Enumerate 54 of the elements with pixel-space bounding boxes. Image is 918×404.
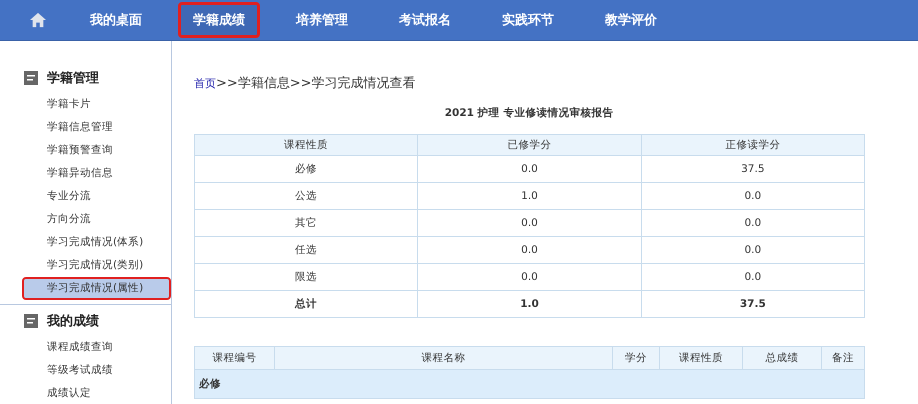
- table-cell: 任选: [194, 236, 418, 264]
- table-cell: 限选: [194, 264, 418, 290]
- column-header: 课程性质: [194, 134, 418, 156]
- column-header: 总成绩: [742, 346, 822, 370]
- table-cell: 0.0: [418, 264, 642, 290]
- home-icon[interactable]: [29, 12, 47, 28]
- sidebar-item[interactable]: 课程成绩查询: [22, 336, 171, 359]
- table-cell: 其它: [194, 210, 418, 236]
- sidebar-item[interactable]: 方向分流: [22, 208, 171, 231]
- table-cell: 0.0: [641, 264, 864, 290]
- sidebar-item[interactable]: 学习完成情况(类别): [22, 254, 171, 277]
- table-cell: 0.0: [641, 236, 864, 264]
- table-cell: 37.5: [641, 156, 864, 182]
- nav-tab[interactable]: 考试报名: [384, 2, 466, 38]
- sidebar-item[interactable]: 学籍卡片: [22, 93, 171, 116]
- column-header: 已修学分: [418, 134, 642, 156]
- column-header: 正修读学分: [641, 134, 864, 156]
- sidebar-item[interactable]: 学习完成情况(体系): [22, 231, 171, 254]
- sidebar-item[interactable]: 学籍异动信息: [22, 162, 171, 185]
- section-label: 必修: [199, 378, 221, 390]
- breadcrumb-path: >>学籍信息>>学习完成情况查看: [216, 76, 416, 91]
- home-link[interactable]: 首页: [194, 77, 216, 90]
- table-cell: 总计: [194, 290, 418, 318]
- table-cell: 37.5: [641, 290, 864, 318]
- table-cell: 0.0: [418, 156, 642, 182]
- card-icon: [24, 71, 38, 85]
- sidebar-item[interactable]: 等级考试成绩: [22, 359, 171, 382]
- report-title: 2021 护理 专业修读情况审核报告: [444, 106, 614, 120]
- sidebar-item[interactable]: 学籍预警查询: [22, 139, 171, 162]
- sidebar-item[interactable]: 学籍信息管理: [22, 116, 171, 139]
- column-header: 课程名称: [274, 346, 612, 370]
- table-cell: 1.0: [418, 182, 642, 210]
- nav-tab[interactable]: 实践环节: [487, 2, 569, 38]
- sidebar-group-title[interactable]: 学籍管理: [47, 69, 99, 87]
- table-cell: 1.0: [418, 290, 642, 318]
- nav-tab[interactable]: 学籍成绩: [178, 2, 260, 38]
- nav-tab[interactable]: 我的桌面: [75, 2, 157, 38]
- table-cell: 0.0: [641, 210, 864, 236]
- column-header: 备注: [822, 346, 864, 370]
- table-cell: 0.0: [641, 182, 864, 210]
- table-cell: 0.0: [418, 236, 642, 264]
- table-cell: 公选: [194, 182, 418, 210]
- column-header: 课程编号: [194, 346, 274, 370]
- nav-tab[interactable]: 教学评价: [590, 2, 672, 38]
- sidebar-item[interactable]: 成绩认定: [22, 382, 171, 404]
- column-header: 课程性质: [660, 346, 742, 370]
- table-cell: 0.0: [418, 210, 642, 236]
- column-header: 学分: [612, 346, 660, 370]
- nav-tab[interactable]: 培养管理: [281, 2, 363, 38]
- table-cell: 必修: [194, 156, 418, 182]
- sidebar-group-title[interactable]: 我的成绩: [47, 312, 99, 330]
- card-icon: [24, 314, 38, 328]
- sidebar-item[interactable]: 专业分流: [22, 185, 171, 208]
- sidebar-item[interactable]: 学习完成情况(属性): [22, 277, 171, 300]
